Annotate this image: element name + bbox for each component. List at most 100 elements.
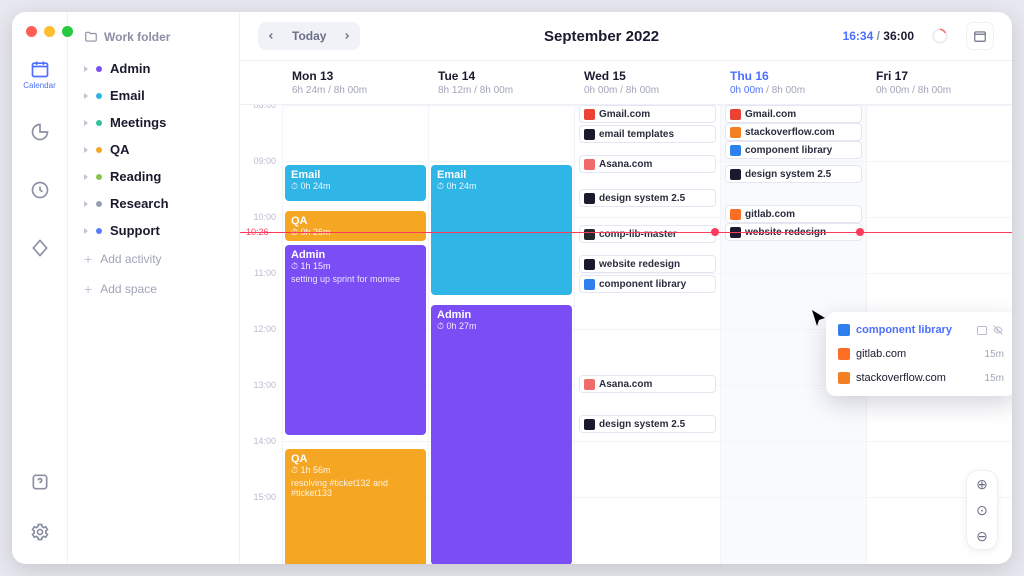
time-block[interactable]: QA⏱ 1h 56mresolving #ticket132 and #tick… <box>285 449 426 564</box>
app-icon <box>584 129 595 140</box>
rail-settings[interactable] <box>22 514 58 550</box>
rail-help[interactable] <box>22 464 58 500</box>
chip-label: gitlab.com <box>745 209 795 220</box>
activity-chip[interactable]: Asana.com <box>579 155 716 173</box>
popup-row-duration: 15m <box>985 373 1004 384</box>
color-dot-icon <box>96 120 102 126</box>
sidebar-item-email[interactable]: Email <box>78 83 229 108</box>
plus-icon: + <box>84 251 92 267</box>
chevron-right-icon <box>342 31 352 41</box>
hour-label: 13:00 <box>253 380 276 390</box>
day-header[interactable]: Mon 136h 24m / 8h 00m <box>282 61 428 104</box>
app-icon <box>730 169 741 180</box>
chip-label: Asana.com <box>599 159 652 170</box>
hour-label: 08:00 <box>253 105 276 110</box>
day-column-mon[interactable]: Email⏱ 0h 24m QA⏱ 0h 26m Admin⏱ 1h 15msett… <box>282 105 428 564</box>
sidebar-item-label: Admin <box>110 61 150 76</box>
sidebar-item-meetings[interactable]: Meetings <box>78 110 229 135</box>
time-block[interactable]: Email⏱ 0h 24m <box>285 165 426 201</box>
chip-label: Gmail.com <box>745 109 796 120</box>
activity-chip[interactable]: component library <box>579 275 716 293</box>
zoom-out-button[interactable]: ⊖ <box>967 523 997 549</box>
day-header[interactable]: Thu 160h 00m / 8h 00m <box>720 61 866 104</box>
sidebar-item-label: Email <box>110 88 145 103</box>
hour-label: 11:00 <box>254 268 276 278</box>
activity-chip[interactable]: comp-lib-master <box>579 225 716 243</box>
hour-label: 14:00 <box>253 436 276 446</box>
activity-chip[interactable]: Asana.com <box>579 375 716 393</box>
sidebar-item-label: Support <box>110 223 160 238</box>
time-block[interactable]: Email⏱ 0h 24m <box>431 165 572 295</box>
calendar-icon[interactable] <box>976 324 988 336</box>
rail-calendar[interactable]: Calendar <box>22 56 58 92</box>
popup-row[interactable]: stackoverflow.com15m <box>832 366 1010 390</box>
activity-chip[interactable]: design system 2.5 <box>579 189 716 207</box>
sidebar-item-support[interactable]: Support <box>78 218 229 243</box>
app-icon <box>730 127 741 138</box>
day-header[interactable]: Fri 170h 00m / 8h 00m <box>866 61 1012 104</box>
close-window-icon[interactable] <box>26 26 37 37</box>
day-column-wed[interactable]: Gmail.com email templates Asana.com design … <box>574 105 720 564</box>
activity-chip[interactable]: component library <box>725 141 862 159</box>
popup-row[interactable]: gitlab.com15m <box>832 342 1010 366</box>
time-block[interactable]: Admin⏱ 1h 15msetting up sprint for momee <box>285 245 426 435</box>
chip-label: component library <box>745 145 832 156</box>
time-sep: / <box>873 29 883 43</box>
activity-chip[interactable]: gitlab.com <box>725 205 862 223</box>
color-dot-icon <box>96 174 102 180</box>
calendar-view-button[interactable] <box>966 22 994 50</box>
day-header[interactable]: Wed 150h 00m / 8h 00m <box>574 61 720 104</box>
chip-label: comp-lib-master <box>599 229 677 240</box>
popup-title: component library <box>856 324 970 336</box>
activity-chip[interactable]: Gmail.com <box>725 105 862 123</box>
add-activity-label: Add activity <box>100 252 161 266</box>
sidebar-item-admin[interactable]: Admin <box>78 56 229 81</box>
sidebar-item-reading[interactable]: Reading <box>78 164 229 189</box>
zoom-in-button[interactable]: ⊕ <box>967 471 997 497</box>
day-headers: Mon 136h 24m / 8h 00m Tue 148h 12m / 8h … <box>240 60 1012 105</box>
chip-label: design system 2.5 <box>745 169 831 180</box>
add-space-label: Add space <box>100 282 157 296</box>
popup-header[interactable]: component library <box>832 318 1010 342</box>
time-block[interactable]: QA⏱ 0h 26m <box>285 211 426 241</box>
activity-popup[interactable]: component library gitlab.com15m stackove… <box>826 312 1012 396</box>
timer-button[interactable] <box>926 22 954 50</box>
app-icon <box>584 193 595 204</box>
sidebar-header[interactable]: Work folder <box>78 24 229 54</box>
add-activity-button[interactable]: + Add activity <box>78 245 229 273</box>
day-column-tue[interactable]: Email⏱ 0h 24mAdmin⏱ 0h 27m <box>428 105 574 564</box>
rail-diamond[interactable] <box>22 230 58 266</box>
activity-chip[interactable]: Gmail.com <box>579 105 716 123</box>
hide-icon[interactable] <box>992 324 1004 336</box>
activity-chip[interactable]: website redesign <box>579 255 716 273</box>
hour-label: 15:00 <box>253 492 276 502</box>
chevron-right-icon <box>84 201 88 207</box>
zoom-reset-button[interactable]: ⊙ <box>967 497 997 523</box>
activity-chip[interactable]: design system 2.5 <box>579 415 716 433</box>
next-button[interactable] <box>334 22 360 50</box>
sidebar-item-label: Reading <box>110 169 161 184</box>
plus-icon: + <box>84 281 92 297</box>
chip-label: Asana.com <box>599 379 652 390</box>
sidebar-item-research[interactable]: Research <box>78 191 229 216</box>
minimize-window-icon[interactable] <box>44 26 55 37</box>
maximize-window-icon[interactable] <box>62 26 73 37</box>
activity-chip[interactable]: email templates <box>579 125 716 143</box>
rail-calendar-label: Calendar <box>23 81 55 90</box>
popup-row-label: gitlab.com <box>856 348 979 360</box>
prev-button[interactable] <box>258 22 284 50</box>
rail-reports[interactable] <box>22 114 58 150</box>
sidebar-item-qa[interactable]: QA <box>78 137 229 162</box>
rail-time[interactable] <box>22 172 58 208</box>
activity-chip[interactable]: stackoverflow.com <box>725 123 862 141</box>
now-line <box>240 232 1012 233</box>
color-dot-icon <box>96 228 102 234</box>
hour-label: 12:00 <box>253 324 276 334</box>
sidebar-item-label: Meetings <box>110 115 166 130</box>
chevron-right-icon <box>84 228 88 234</box>
day-header[interactable]: Tue 148h 12m / 8h 00m <box>428 61 574 104</box>
today-button[interactable]: Today <box>284 22 334 50</box>
time-block[interactable]: Admin⏱ 0h 27m <box>431 305 572 564</box>
add-space-button[interactable]: + Add space <box>78 275 229 303</box>
activity-chip[interactable]: design system 2.5 <box>725 165 862 183</box>
